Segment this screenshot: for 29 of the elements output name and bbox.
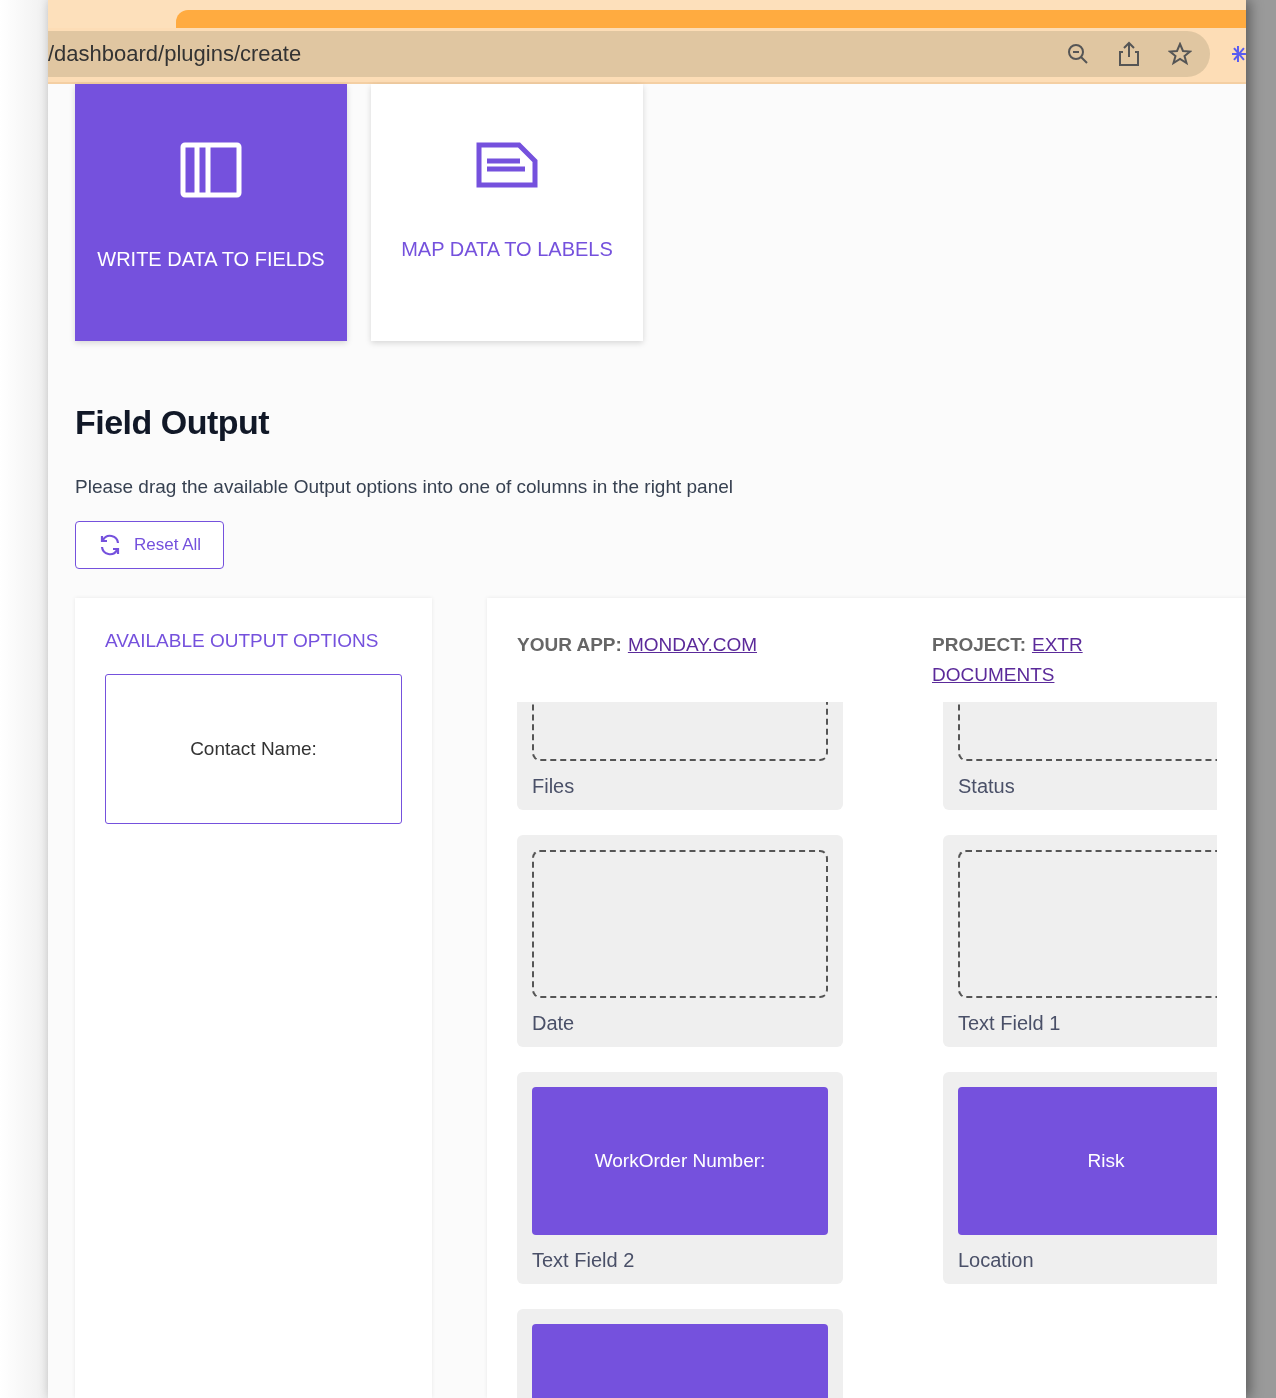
section-title: Field Output bbox=[75, 403, 271, 442]
field-label: Date bbox=[532, 1012, 576, 1035]
mapped-option[interactable]: Risk bbox=[958, 1087, 1217, 1235]
project-link[interactable]: DOCUMENTS bbox=[932, 664, 1055, 685]
field-label: Text Field 1 bbox=[958, 1012, 1062, 1035]
project-link[interactable]: EXTR bbox=[1031, 634, 1083, 655]
panel-title: AVAILABLE OUTPUT OPTIONS bbox=[105, 630, 380, 652]
field-label: Text Field 2 bbox=[532, 1249, 636, 1272]
app-label: YOUR APP: bbox=[517, 634, 622, 655]
mapped-option[interactable]: WorkOrder Number: bbox=[532, 1087, 828, 1235]
mode-label: MAP DATA TO LABELS bbox=[401, 238, 613, 261]
columns-icon bbox=[180, 142, 242, 198]
mode-label: WRITE DATA TO FIELDS bbox=[97, 248, 325, 271]
drop-zone[interactable] bbox=[532, 850, 828, 998]
reset-all-button[interactable]: Reset All bbox=[75, 521, 224, 569]
star-icon[interactable] bbox=[1168, 42, 1193, 67]
field-label: Location bbox=[958, 1249, 1035, 1272]
output-option[interactable]: Contact Name: bbox=[105, 674, 402, 824]
document-icon bbox=[476, 142, 538, 188]
app-link[interactable]: MONDAY.COM bbox=[627, 634, 757, 655]
mode-card[interactable]: WRITE DATA TO FIELDS bbox=[75, 84, 347, 341]
section-description: Please drag the available Output options into one of columns in the right panel bbox=[75, 476, 735, 498]
address-bar[interactable]: /dashboard/plugins/create bbox=[48, 31, 1211, 78]
mode-card[interactable]: MAP DATA TO LABELS bbox=[371, 84, 643, 341]
share-icon[interactable] bbox=[1118, 41, 1141, 68]
url-text: /dashboard/plugins/create bbox=[48, 41, 302, 68]
field-label: Status bbox=[958, 775, 1016, 798]
field-label: Files bbox=[532, 775, 576, 798]
project-label: PROJECT: bbox=[932, 634, 1026, 655]
